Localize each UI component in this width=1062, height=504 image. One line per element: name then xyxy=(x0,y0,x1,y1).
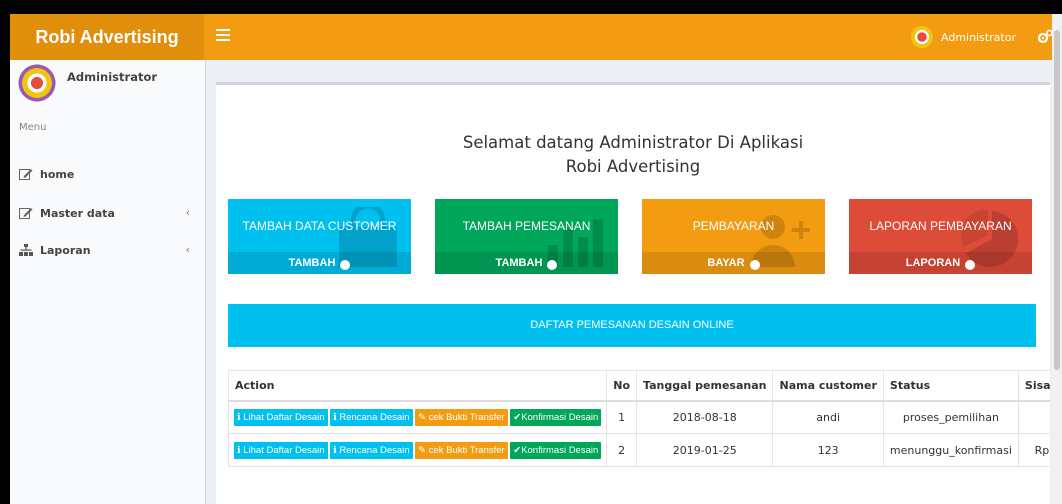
cell-status: menunggu_konfirmasi xyxy=(882,433,1019,467)
sitemap-icon xyxy=(19,244,33,256)
welcome-heading: Selamat datang Administrator Di Aplikasi… xyxy=(216,131,1050,179)
button-label: Lihat Daftar Desain xyxy=(243,444,325,456)
button-label: Rencana Desain xyxy=(339,411,410,423)
tile-title: TAMBAH PEMESANAN xyxy=(462,219,591,233)
arrow-circle-right-icon: ➤ xyxy=(340,260,351,270)
sidebar-item-label: Laporan xyxy=(40,243,91,257)
orders-table-container: Action No Tanggal pemesanan Nama custome… xyxy=(228,370,1050,486)
button-label: Konfirmasi Desain xyxy=(521,444,599,456)
tile-link-label: LAPORAN xyxy=(905,257,961,269)
rencana-desain-button[interactable]: ℹ Rencana Desain xyxy=(330,441,413,459)
tile-title: LAPORAN PEMBAYARAN xyxy=(869,219,1012,233)
lihat-daftar-desain-button[interactable]: ℹ Lihat Daftar Desain xyxy=(234,408,328,426)
app-logo[interactable]: Robi Advertising xyxy=(10,14,204,60)
sidebar-user-name: Administrator xyxy=(67,70,158,84)
sidebar-item-home[interactable]: home xyxy=(10,162,205,186)
button-label: cek Bukti Transfer xyxy=(428,411,505,423)
sidebar-item-laporan[interactable]: Laporan ‹ xyxy=(10,238,205,262)
lihat-daftar-desain-button[interactable]: ℹ Lihat Daftar Desain xyxy=(234,441,328,459)
col-header-no: No xyxy=(606,370,638,402)
tile-tambah-pemesanan: TAMBAH PEMESANAN TAMBAH ➤ xyxy=(435,199,618,274)
col-header-tanggal: Tanggal pemesanan xyxy=(636,370,774,402)
table-row: ℹ Lihat Daftar Desain ℹ Rencana Desain ✎… xyxy=(228,433,1050,467)
menu-header: Menu xyxy=(19,122,47,133)
button-label: Lihat Daftar Desain xyxy=(243,411,325,423)
chevron-left-icon: ‹ xyxy=(185,243,190,256)
button-label: Rencana Desain xyxy=(339,444,410,456)
col-header-action: Action xyxy=(228,370,608,402)
cell-customer: andi xyxy=(772,400,884,434)
orders-table: Action No Tanggal pemesanan Nama custome… xyxy=(228,370,1050,467)
welcome-line-2: Robi Advertising xyxy=(565,157,701,176)
konfirmasi-desain-button[interactable]: ✔Konfirmasi Desain xyxy=(510,441,602,459)
welcome-line-1: Selamat datang Administrator Di Aplikasi xyxy=(462,133,804,152)
tile-title: TAMBAH DATA CUSTOMER xyxy=(242,219,397,233)
cell-customer: 123 xyxy=(772,433,884,467)
avatar xyxy=(18,64,56,102)
cell-tanggal: 2019-01-25 xyxy=(636,433,774,467)
button-label: Konfirmasi Desain xyxy=(521,411,599,423)
col-header-customer: Nama customer xyxy=(772,370,884,402)
button-label: cek Bukti Transfer xyxy=(428,444,505,456)
app-window: Robi Advertising Administrator Administr… xyxy=(10,14,1062,504)
chevron-left-icon: ‹ xyxy=(185,206,190,219)
table-row: ℹ Lihat Daftar Desain ℹ Rencana Desain ✎… xyxy=(228,400,1050,434)
sidebar-toggle-icon[interactable] xyxy=(216,29,230,43)
sidebar: Administrator Menu home Master data ‹ La… xyxy=(10,60,206,504)
tile-laporan-pembayaran: LAPORAN PEMBAYARAN LAPORAN ➤ xyxy=(849,199,1032,274)
cell-sisa xyxy=(1017,400,1050,434)
sidebar-item-label: Master data xyxy=(40,206,115,220)
edit-icon xyxy=(19,208,33,219)
cell-no: 1 xyxy=(606,400,638,434)
orders-banner: DAFTAR PEMESANAN DESAIN ONLINE xyxy=(228,304,1036,347)
table-header-row: Action No Tanggal pemesanan Nama custome… xyxy=(228,370,1050,402)
user-menu-label: Administrator xyxy=(941,30,1016,44)
cek-bukti-transfer-button[interactable]: ✎ cek Bukti Transfer xyxy=(415,408,508,426)
col-header-status: Status xyxy=(882,370,1019,402)
arrow-circle-right-icon: ➤ xyxy=(749,260,760,270)
main-content-box: Selamat datang Administrator Di Aplikasi… xyxy=(216,82,1050,504)
cell-no: 2 xyxy=(606,433,638,467)
tile-link-label: TAMBAH xyxy=(288,257,336,269)
arrow-circle-right-icon: ➤ xyxy=(547,260,558,270)
cell-status: proses_pemilihan xyxy=(882,400,1019,434)
tile-link-tambah[interactable]: TAMBAH ➤ xyxy=(228,252,411,274)
sidebar-item-label: home xyxy=(40,167,75,181)
tile-tambah-data-customer: TAMBAH DATA CUSTOMER TAMBAH ➤ xyxy=(228,199,411,274)
cell-sisa: Rp. xyxy=(1017,433,1050,467)
sidebar-user-panel: Administrator xyxy=(10,60,205,106)
tile-link-laporan[interactable]: LAPORAN ➤ xyxy=(849,252,1032,274)
scrollbar-thumb[interactable] xyxy=(1054,30,1060,370)
konfirmasi-desain-button[interactable]: ✔Konfirmasi Desain xyxy=(510,408,602,426)
avatar xyxy=(911,26,933,48)
sidebar-item-master-data[interactable]: Master data ‹ xyxy=(10,201,205,225)
user-menu[interactable]: Administrator xyxy=(911,25,1016,49)
edit-icon xyxy=(19,169,33,180)
tile-link-tambah[interactable]: TAMBAH ➤ xyxy=(435,252,618,274)
page-vertical-scrollbar[interactable] xyxy=(1052,14,1062,504)
tile-title: PEMBAYARAN xyxy=(692,219,775,233)
row-actions: ℹ Lihat Daftar Desain ℹ Rencana Desain ✎… xyxy=(228,400,608,434)
rencana-desain-button[interactable]: ℹ Rencana Desain xyxy=(330,408,413,426)
arrow-circle-right-icon: ➤ xyxy=(965,260,976,270)
col-header-sisa: Sisa P xyxy=(1017,370,1050,402)
row-actions: ℹ Lihat Daftar Desain ℹ Rencana Desain ✎… xyxy=(228,433,608,467)
tile-pembayaran: PEMBAYARAN BAYAR ➤ xyxy=(642,199,825,274)
cek-bukti-transfer-button[interactable]: ✎ cek Bukti Transfer xyxy=(415,441,508,459)
top-navbar: Robi Advertising Administrator xyxy=(10,14,1062,60)
tile-link-label: BAYAR xyxy=(707,257,745,269)
cell-tanggal: 2018-08-18 xyxy=(636,400,774,434)
tile-link-bayar[interactable]: BAYAR ➤ xyxy=(642,252,825,274)
tile-link-label: TAMBAH xyxy=(495,257,543,269)
